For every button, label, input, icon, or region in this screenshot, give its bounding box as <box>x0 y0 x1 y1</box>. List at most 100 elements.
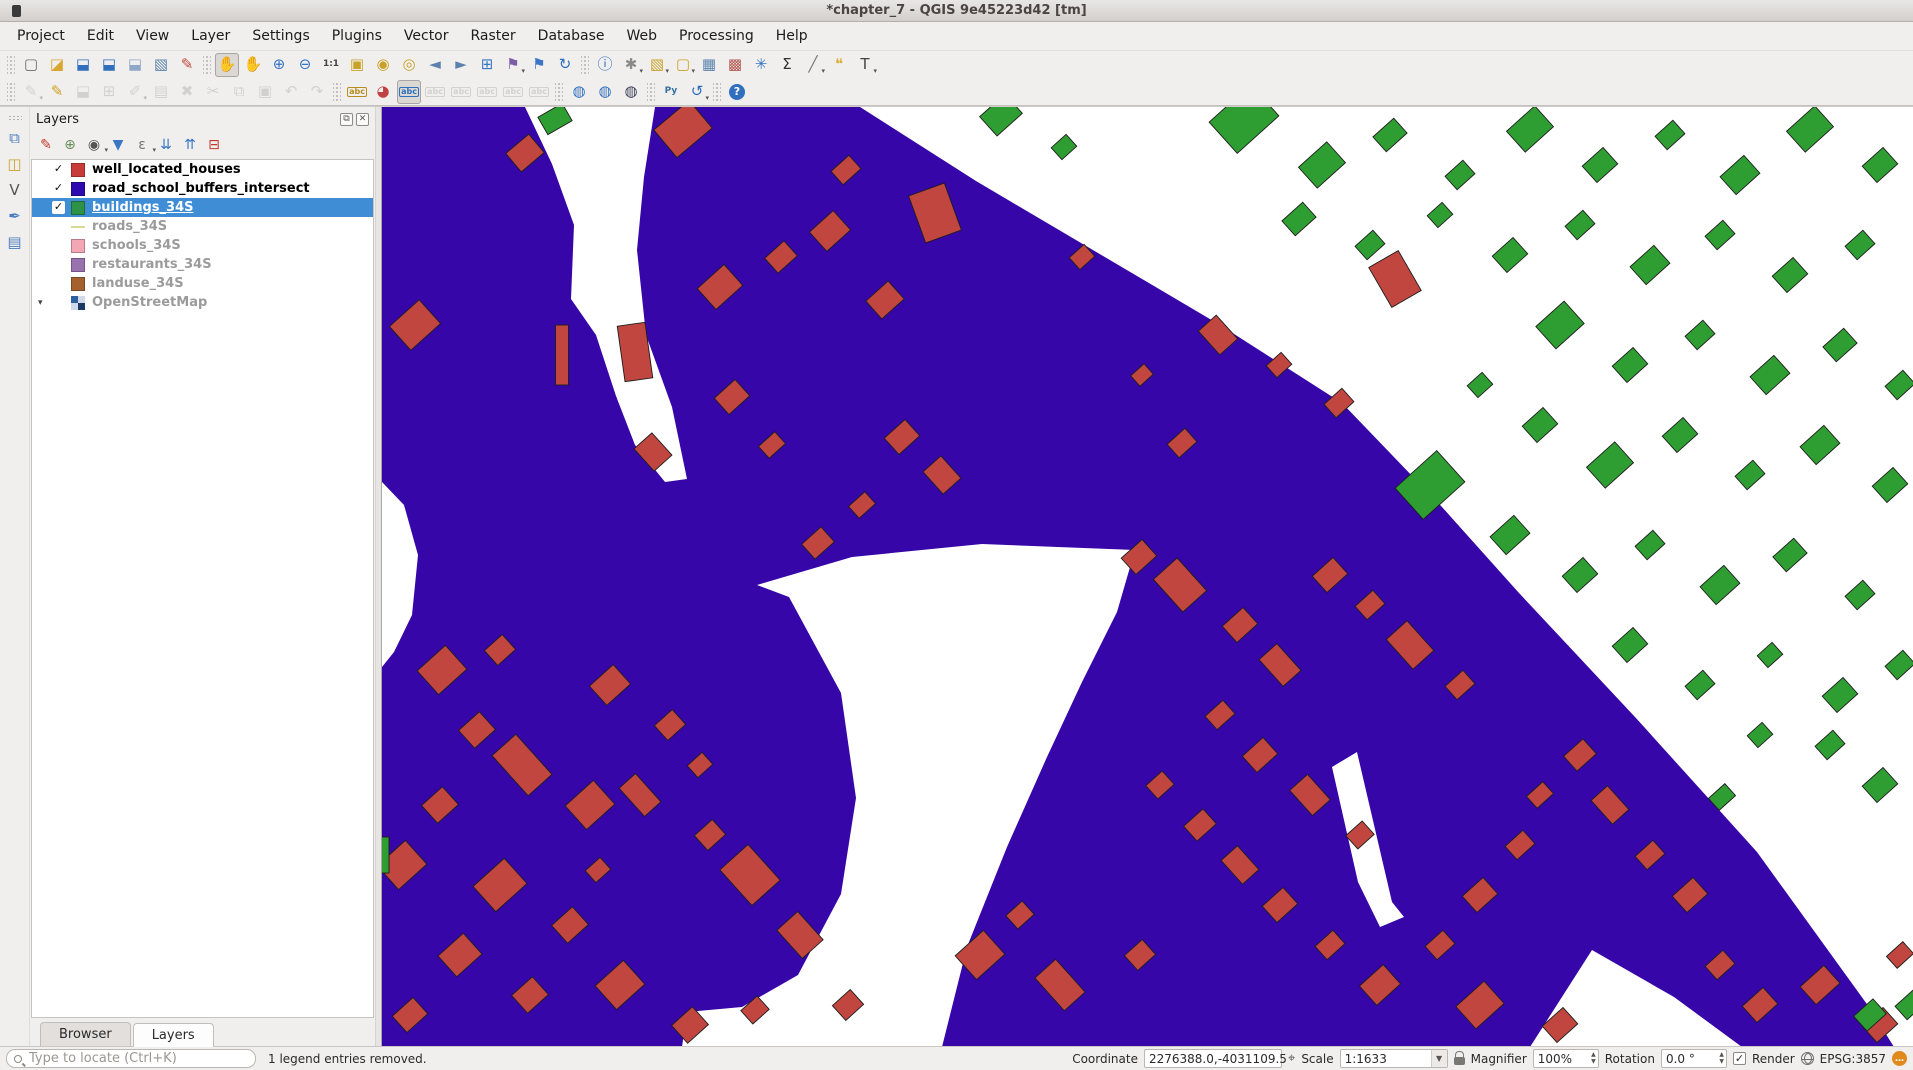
lock-scale-icon[interactable] <box>1454 1057 1465 1065</box>
undo-button[interactable]: ↶ <box>279 80 303 104</box>
zoom-next-button[interactable]: ► <box>449 53 473 77</box>
menu-web[interactable]: Web <box>615 24 668 48</box>
layer-item-buildings_34s[interactable]: ✓buildings_34S <box>32 198 373 217</box>
paste-features-button[interactable]: ▣ <box>253 80 277 104</box>
zoom-full-button[interactable]: ▣ <box>345 53 369 77</box>
layer-visibility-checkbox[interactable] <box>52 220 65 233</box>
field-calculator-button[interactable]: ▩ <box>723 53 747 77</box>
layer-visibility-checkbox[interactable]: ✓ <box>52 182 65 195</box>
metasearch-csw-button[interactable]: ◍ <box>593 80 617 104</box>
chevron-down-icon[interactable]: ▾ <box>521 68 525 75</box>
coordinate-input[interactable]: 2276388.0,-4031109.5 <box>1144 1049 1282 1068</box>
panel-splitter[interactable] <box>375 107 382 1046</box>
text-annotation-button[interactable]: T▾ <box>853 53 877 77</box>
expand-all-button[interactable]: ⇊ <box>154 134 178 156</box>
menu-vector[interactable]: Vector <box>393 24 460 48</box>
filter-legend-button[interactable]: ▼ <box>106 134 130 156</box>
locate-search-input[interactable]: Type to locate (Ctrl+K) <box>6 1049 256 1068</box>
add-feature-button[interactable]: ⊞ <box>97 80 121 104</box>
menu-database[interactable]: Database <box>527 24 616 48</box>
chevron-down-icon[interactable]: ▾ <box>705 95 709 102</box>
add-group-button[interactable]: ⊕ <box>58 134 82 156</box>
map-tips-button[interactable]: ❝ <box>827 53 851 77</box>
data-source-manager-button[interactable]: ⧉ <box>3 126 27 150</box>
layer-item-schools_34s[interactable]: schools_34S <box>32 236 373 255</box>
layer-diagram-button[interactable]: ◕ <box>371 80 395 104</box>
python-console-button[interactable]: Py <box>659 80 683 104</box>
layer-item-road_school_buffers_intersect[interactable]: ✓road_school_buffers_intersect <box>32 179 373 198</box>
processing-toolbox-button[interactable]: ✳ <box>749 53 773 77</box>
zoom-native-button[interactable]: 1:1 <box>319 53 343 77</box>
layer-item-landuse_34s[interactable]: landuse_34S <box>32 274 373 293</box>
menu-raster[interactable]: Raster <box>460 24 527 48</box>
menu-help[interactable]: Help <box>765 24 819 48</box>
rotation-spinbox[interactable]: 0.0 ° ▲▼ <box>1661 1049 1727 1068</box>
tab-layers[interactable]: Layers <box>133 1023 214 1047</box>
open-project-button[interactable]: ◪ <box>45 53 69 77</box>
identify-features-button[interactable]: ⓘ <box>593 53 617 77</box>
layer-item-openstreetmap[interactable]: ▾OpenStreetMap <box>32 293 373 312</box>
label-rotate-button[interactable]: abc <box>501 80 525 104</box>
statistical-summary-button[interactable]: Σ <box>775 53 799 77</box>
chevron-down-icon[interactable]: ▼ <box>1431 1050 1447 1067</box>
save-project-as-button[interactable]: ⬓ <box>97 53 121 77</box>
menu-project[interactable]: Project <box>6 24 76 48</box>
delete-selected-button[interactable]: ✖ <box>175 80 199 104</box>
open-layer-styling-button[interactable]: ✎ <box>34 134 58 156</box>
zoom-to-layer-button[interactable]: ◎ <box>397 53 421 77</box>
new-shapefile-layer-button[interactable]: ✒ <box>3 204 27 228</box>
crs-status[interactable]: EPSG:3857 <box>1820 1052 1886 1066</box>
run-feature-action-button[interactable]: ✱▾ <box>619 53 643 77</box>
menu-processing[interactable]: Processing <box>668 24 765 48</box>
pan-to-selection-button[interactable]: ✋ <box>241 53 265 77</box>
filter-by-expression-button[interactable]: ε▾ <box>130 134 154 156</box>
new-virtual-layer-button[interactable]: ▤ <box>3 230 27 254</box>
chevron-down-icon[interactable]: ▾ <box>665 68 669 75</box>
labeling-single-button[interactable]: abc <box>397 80 421 104</box>
zoom-last-button[interactable]: ◄ <box>423 53 447 77</box>
cut-features-button[interactable]: ✂ <box>201 80 225 104</box>
messages-icon[interactable]: … <box>1892 1051 1907 1066</box>
menu-layer[interactable]: Layer <box>180 24 241 48</box>
label-show-hide-button[interactable]: abc <box>449 80 473 104</box>
pan-map-button[interactable]: ✋ <box>215 53 239 77</box>
expander-icon[interactable]: ▾ <box>38 298 52 308</box>
manage-map-themes-button[interactable]: ◉▾ <box>82 134 106 156</box>
show-bookmarks-button[interactable]: ⚑ <box>527 53 551 77</box>
deselect-features-button[interactable]: ▢▾ <box>671 53 695 77</box>
zoom-in-button[interactable]: ⊕ <box>267 53 291 77</box>
scale-combobox[interactable]: 1:1633 ▼ <box>1340 1049 1448 1068</box>
project-properties-button[interactable]: ▧ <box>149 53 173 77</box>
select-features-button[interactable]: ▧▾ <box>645 53 669 77</box>
map-canvas[interactable] <box>382 107 1913 1046</box>
new-map-view-button[interactable]: ⊞ <box>475 53 499 77</box>
vertex-tool-button[interactable]: ✐▾ <box>123 80 147 104</box>
label-move-button[interactable]: abc <box>475 80 499 104</box>
label-change-button[interactable]: abc <box>527 80 551 104</box>
redo-button[interactable]: ↷ <box>305 80 329 104</box>
modify-attributes-button[interactable]: ▤ <box>149 80 173 104</box>
layer-item-restaurants_34s[interactable]: restaurants_34S <box>32 255 373 274</box>
zoom-out-button[interactable]: ⊖ <box>293 53 317 77</box>
metasearch-csw-add-button[interactable]: ◍ <box>567 80 591 104</box>
layer-item-roads_34s[interactable]: roads_34S <box>32 217 373 236</box>
measure-line-button[interactable]: ╱▾ <box>801 53 825 77</box>
help-button[interactable]: ? <box>725 80 749 104</box>
new-geopackage-layer-button[interactable]: V <box>3 178 27 202</box>
chevron-down-icon[interactable]: ▾ <box>691 68 695 75</box>
magnifier-spinbox[interactable]: 100% ▲▼ <box>1533 1049 1599 1068</box>
menu-plugins[interactable]: Plugins <box>321 24 393 48</box>
menu-edit[interactable]: Edit <box>76 24 125 48</box>
chevron-down-icon[interactable]: ▾ <box>873 68 877 75</box>
panel-float-button[interactable]: ⧉ <box>340 113 353 126</box>
layer-visibility-checkbox[interactable]: ✓ <box>52 163 65 176</box>
label-pin-button[interactable]: abc <box>423 80 447 104</box>
chevron-down-icon[interactable]: ▾ <box>821 68 825 75</box>
chevron-down-icon[interactable]: ▾ <box>639 68 643 75</box>
crs-globe-icon[interactable] <box>1801 1052 1814 1065</box>
processing-history-button[interactable]: ↺▾ <box>685 80 709 104</box>
zoom-to-selection-button[interactable]: ◉ <box>371 53 395 77</box>
layer-visibility-checkbox[interactable] <box>52 239 65 252</box>
save-as-template-button[interactable]: ⬓ <box>123 53 147 77</box>
open-attribute-table-button[interactable]: ▦ <box>697 53 721 77</box>
